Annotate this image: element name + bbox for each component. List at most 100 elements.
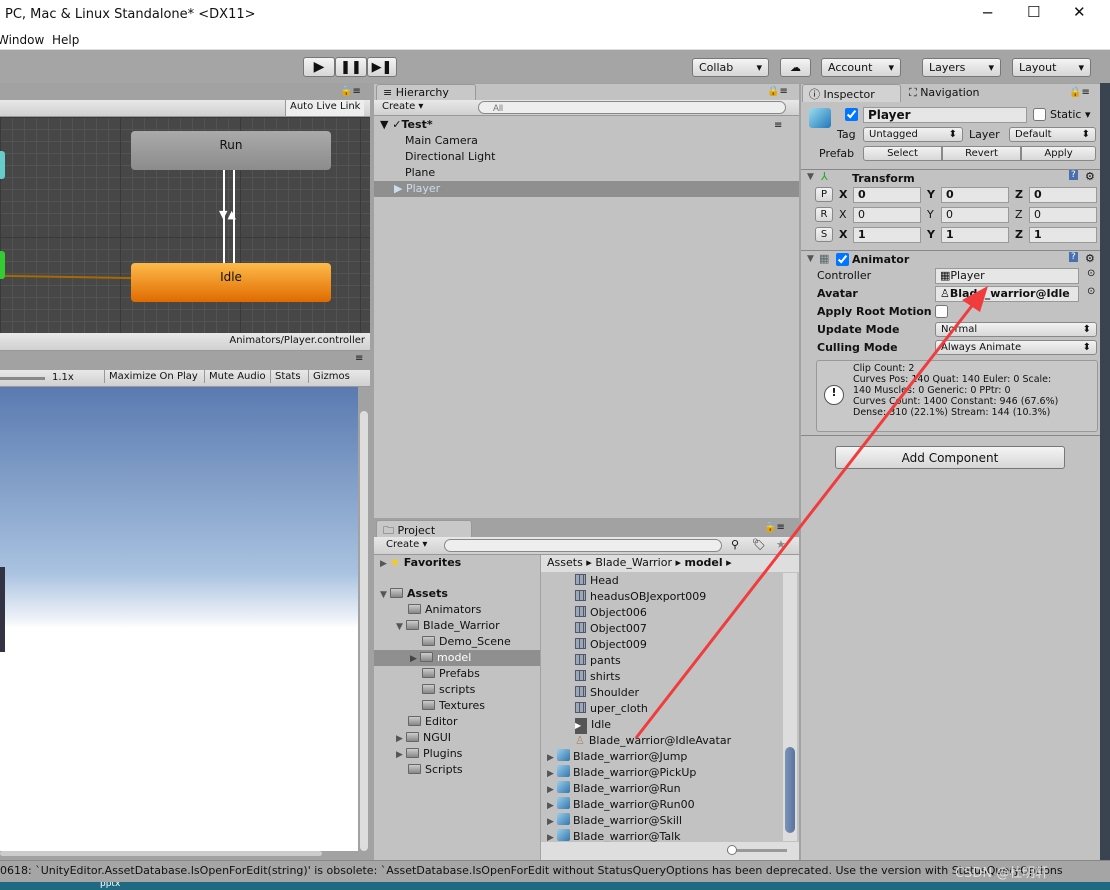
create-dropdown[interactable]: Create ▾	[382, 101, 423, 112]
transform-y-field[interactable]: 0	[941, 207, 1009, 223]
file-item[interactable]: Object006	[575, 605, 647, 621]
maximize-icon[interactable]: ☐	[1027, 3, 1040, 21]
object-picker-icon[interactable]: ⊙	[1087, 286, 1095, 297]
file-item[interactable]: ▶ Blade_warrior@Run00	[547, 797, 695, 813]
scene-root[interactable]: ▼ ✓Test*	[380, 117, 433, 133]
menu-window[interactable]: Window	[0, 33, 44, 47]
game-scrollbar[interactable]	[360, 411, 368, 851]
breadcrumb-item[interactable]: Blade_Warrior	[595, 556, 672, 569]
tree-folder[interactable]: ▼ Blade_Warrior	[396, 618, 500, 634]
collab-button[interactable]: Collab ▾	[692, 58, 769, 77]
foldout-icon[interactable]: ▼	[807, 172, 814, 182]
gizmos-dropdown[interactable]: Gizmos	[308, 370, 354, 383]
minimize-icon[interactable]: ─	[983, 4, 992, 22]
foldout-icon[interactable]: ▼	[807, 254, 814, 264]
hierarchy-search-input[interactable]	[478, 101, 786, 114]
file-item[interactable]: ▶ Blade_warrior@Jump	[547, 749, 687, 765]
lock-icon[interactable]: 🔒≡	[764, 522, 785, 533]
state-run[interactable]: Run	[131, 131, 331, 170]
animator-enabled-checkbox[interactable]	[836, 253, 849, 266]
transform-x-field[interactable]: 0	[853, 207, 921, 223]
state-idle[interactable]: Idle	[131, 263, 331, 302]
tab-navigation[interactable]: ⛶ Navigation	[909, 86, 980, 100]
transform-x-field[interactable]: 0	[853, 187, 921, 203]
hierarchy-item[interactable]: Directional Light	[405, 149, 495, 165]
tag-dropdown[interactable]: Untagged ⬍	[863, 127, 963, 142]
avatar-field[interactable]: ♙Blade_warrior@Idle	[935, 286, 1079, 302]
transform-y-field[interactable]: 1	[941, 227, 1009, 243]
tab-inspector[interactable]: ⓘ Inspector	[802, 84, 901, 102]
help-icon[interactable]: ?	[1069, 170, 1078, 180]
file-item[interactable]: shirts	[575, 669, 620, 685]
game-view[interactable]	[0, 387, 358, 851]
hierarchy-item[interactable]: Main Camera	[405, 133, 478, 149]
file-item[interactable]: uper_cloth	[575, 701, 648, 717]
static-checkbox[interactable]	[1033, 108, 1046, 121]
gear-icon[interactable]: ⚙	[1085, 170, 1095, 183]
step-button[interactable]: ▶❚	[367, 57, 397, 77]
tree-folder[interactable]: Prefabs	[422, 666, 480, 682]
lock-icon[interactable]: 🔒≡	[340, 86, 361, 97]
file-item[interactable]: Object007	[575, 621, 647, 637]
transform-reset-button[interactable]: P	[815, 187, 833, 202]
root-motion-checkbox[interactable]	[935, 305, 948, 318]
tree-folder[interactable]: Demo_Scene	[422, 634, 511, 650]
scroll-thumb[interactable]	[785, 747, 795, 833]
tree-folder[interactable]: Editor	[408, 714, 458, 730]
menu-icon[interactable]: ≡	[774, 120, 782, 131]
slider-handle[interactable]	[727, 845, 737, 855]
gear-icon[interactable]: ⚙	[1085, 252, 1095, 265]
project-search-input[interactable]	[444, 539, 722, 552]
transform-z-field[interactable]: 0	[1029, 187, 1097, 203]
update-mode-dropdown[interactable]: Normal ⬍	[935, 322, 1097, 337]
filter-type-icon[interactable]: ⚲	[731, 538, 739, 551]
add-component-button[interactable]: Add Component	[835, 446, 1065, 469]
layer-dropdown[interactable]: Default ⬍	[1009, 127, 1096, 142]
menu-icon[interactable]: ≡	[355, 353, 363, 364]
lock-icon[interactable]: 🔒≡	[1069, 87, 1090, 98]
file-item[interactable]: ▶ Blade_warrior@PickUp	[547, 765, 696, 781]
file-scrollbar[interactable]	[783, 573, 797, 841]
culling-mode-dropdown[interactable]: Always Animate ⬍	[935, 340, 1097, 355]
tab-project[interactable]: 🗀 Project	[376, 520, 472, 538]
layout-dropdown[interactable]: Layout ▾	[1012, 58, 1091, 77]
breadcrumb-item[interactable]: Assets	[547, 556, 583, 569]
label-icon[interactable]: 🏷	[752, 538, 766, 551]
file-item[interactable]: pants	[575, 653, 621, 669]
horizontal-scrollbar[interactable]	[0, 851, 322, 856]
mute-audio-button[interactable]: Mute Audio	[204, 370, 270, 383]
tree-folder[interactable]: Animators	[408, 602, 481, 618]
tree-assets[interactable]: ▼ Assets	[380, 586, 448, 602]
maximize-on-play-button[interactable]: Maximize On Play	[104, 370, 202, 383]
file-item[interactable]: ▶ Idle	[575, 717, 611, 734]
tree-favorites[interactable]: ▶ ★ Favorites	[380, 555, 461, 571]
hierarchy-item-selected[interactable]: ▶ Player	[374, 181, 799, 197]
tree-folder[interactable]: scripts	[422, 682, 475, 698]
auto-live-link-button[interactable]: Auto Live Link	[285, 100, 365, 116]
stats-button[interactable]: Stats	[270, 370, 305, 383]
tree-folder[interactable]: ▶ Plugins	[396, 746, 462, 762]
prefab-revert-button[interactable]: Revert	[942, 146, 1021, 161]
star-icon[interactable]: ★	[776, 538, 786, 551]
cloud-button[interactable]: ☁	[780, 58, 811, 77]
object-picker-icon[interactable]: ⊙	[1087, 268, 1095, 279]
file-item[interactable]: Shoulder	[575, 685, 639, 701]
transform-reset-button[interactable]: R	[815, 207, 833, 222]
status-bar[interactable]: 0618: `UnityEditor.AssetDatabase.IsOpenF…	[0, 860, 1110, 882]
file-item[interactable]: ▶ Blade_warrior@Run	[547, 781, 681, 797]
tree-folder[interactable]: Scripts	[408, 762, 463, 778]
create-dropdown[interactable]: Create ▾	[386, 539, 427, 550]
transform-x-field[interactable]: 1	[853, 227, 921, 243]
menu-help[interactable]: Help	[52, 33, 79, 47]
file-item[interactable]: Object009	[575, 637, 647, 653]
prefab-apply-button[interactable]: Apply	[1021, 146, 1096, 161]
transform-y-field[interactable]: 0	[941, 187, 1009, 203]
layers-dropdown[interactable]: Layers ▾	[922, 58, 1001, 77]
any-state-node[interactable]	[0, 151, 5, 179]
transform-z-field[interactable]: 0	[1029, 207, 1097, 223]
transform-reset-button[interactable]: S	[815, 227, 833, 242]
prefab-select-button[interactable]: Select	[863, 146, 942, 161]
file-item[interactable]: ♙ Blade_warrior@IdleAvatar	[575, 733, 731, 749]
active-checkbox[interactable]	[845, 108, 858, 121]
close-icon[interactable]: ✕	[1073, 3, 1086, 21]
